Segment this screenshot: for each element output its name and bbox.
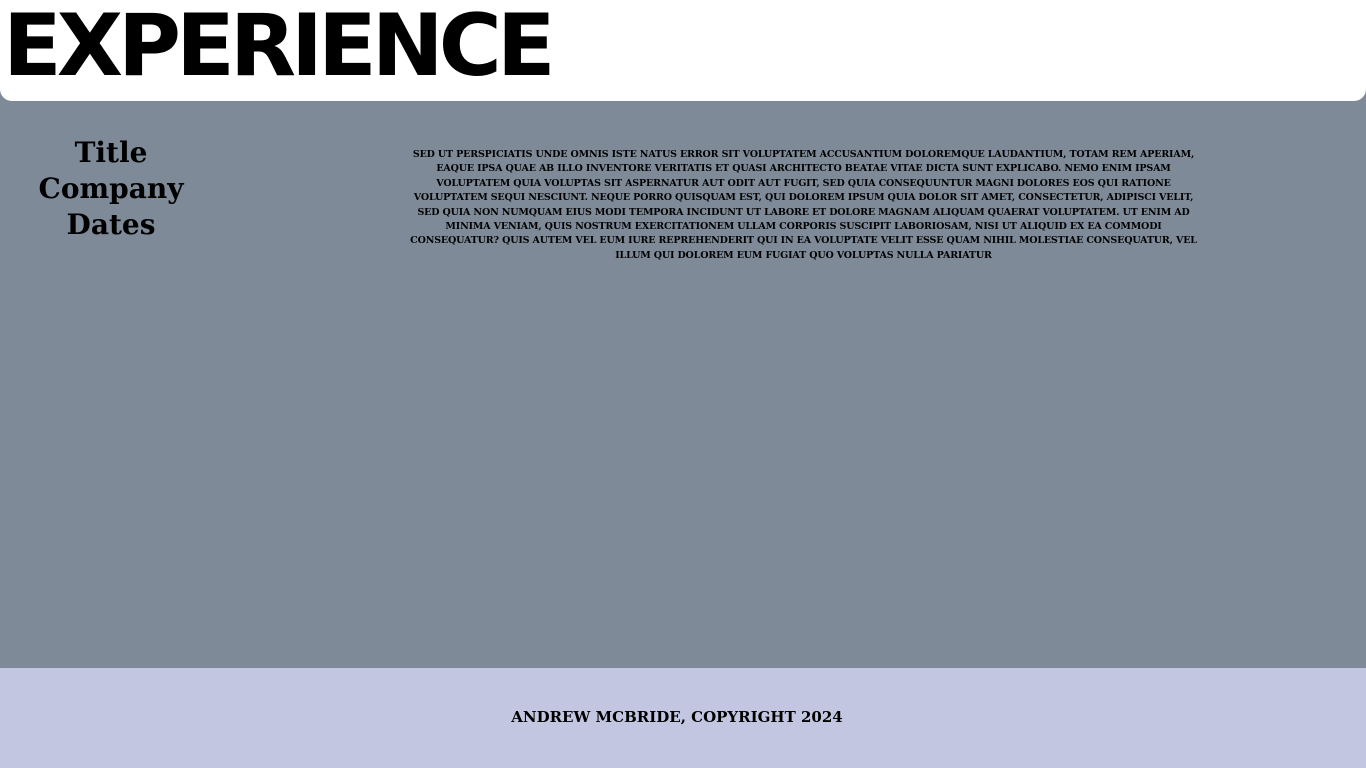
copyright-text: ANDREW MCBRIDE, COPYRIGHT 2024 xyxy=(511,708,843,726)
experience-section: Title Company Dates SED UT PERSPICIATIS … xyxy=(0,101,1366,668)
page-header: EXPERIENCE xyxy=(0,0,1366,101)
job-dates: Dates xyxy=(66,208,156,241)
job-description: SED UT PERSPICIATIS UNDE OMNIS ISTE NATU… xyxy=(410,149,1197,261)
experience-meta: Title Company Dates xyxy=(20,135,202,243)
page-footer: ANDREW MCBRIDE, COPYRIGHT 2024 xyxy=(0,668,1366,768)
job-company: Company xyxy=(38,172,184,205)
job-title: Title xyxy=(74,136,148,169)
page-title: EXPERIENCE xyxy=(3,0,556,96)
